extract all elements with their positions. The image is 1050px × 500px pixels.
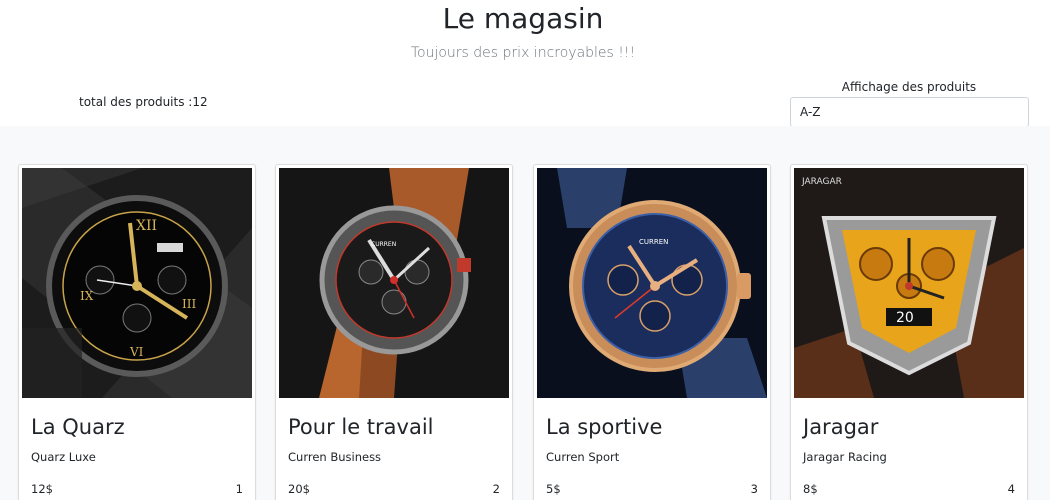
product-id: 3	[750, 482, 758, 496]
product-name[interactable]: La Quarz	[31, 415, 125, 439]
blue-steel-watch-image[interactable]: CURREN	[537, 168, 767, 398]
product-price: 5$	[546, 482, 561, 496]
product-card[interactable]: CURREN La sportive Curren Sport 5$ 3	[533, 164, 771, 500]
product-name[interactable]: Jaragar	[803, 415, 878, 439]
product-card[interactable]: CURREN Pour le travail Curren Business 2…	[275, 164, 513, 500]
product-grid: XII IX III VI La Quarz Quarz Luxe 12$ 1	[0, 126, 1050, 500]
product-name[interactable]: La sportive	[546, 415, 662, 439]
svg-text:IX: IX	[80, 289, 94, 303]
sort-select[interactable]: A-Z	[790, 97, 1029, 127]
product-price: 8$	[803, 482, 818, 496]
svg-text:20: 20	[896, 310, 914, 326]
svg-text:CURREN: CURREN	[639, 238, 668, 246]
page-title: Le magasin	[442, 2, 604, 35]
black-gold-watch-image[interactable]: XII IX III VI	[22, 168, 252, 398]
page-subtitle: Toujours des prix incroyables !!!	[410, 45, 636, 61]
product-card[interactable]: XII IX III VI La Quarz Quarz Luxe 12$ 1	[18, 164, 256, 500]
product-card[interactable]: 20 JARAGAR Jaragar Jaragar Racing 8$ 4	[790, 164, 1028, 500]
product-id: 2	[492, 482, 500, 496]
svg-text:VI: VI	[129, 345, 144, 359]
product-subtitle: Jaragar Racing	[803, 450, 887, 464]
sort-label: Affichage des produits	[841, 80, 977, 94]
svg-text:CURREN: CURREN	[371, 241, 396, 248]
product-subtitle: Curren Sport	[546, 450, 620, 464]
svg-text:XII: XII	[136, 218, 157, 234]
svg-text:III: III	[182, 297, 196, 311]
product-price: 12$	[31, 482, 53, 496]
svg-text:JARAGAR: JARAGAR	[801, 177, 842, 187]
product-subtitle: Curren Business	[288, 450, 382, 464]
yellow-skeleton-watch-image[interactable]: 20 JARAGAR	[794, 168, 1024, 398]
product-subtitle: Quarz Luxe	[31, 450, 96, 464]
product-price: 20$	[288, 482, 310, 496]
product-total-count: total des produits :12	[79, 95, 208, 109]
product-name[interactable]: Pour le travail	[288, 415, 434, 439]
product-id: 1	[235, 482, 243, 496]
page-header: Le magasin Toujours des prix incroyables…	[0, 0, 1050, 127]
product-id: 4	[1007, 482, 1015, 496]
leather-strap-watch-image[interactable]: CURREN	[279, 168, 509, 398]
